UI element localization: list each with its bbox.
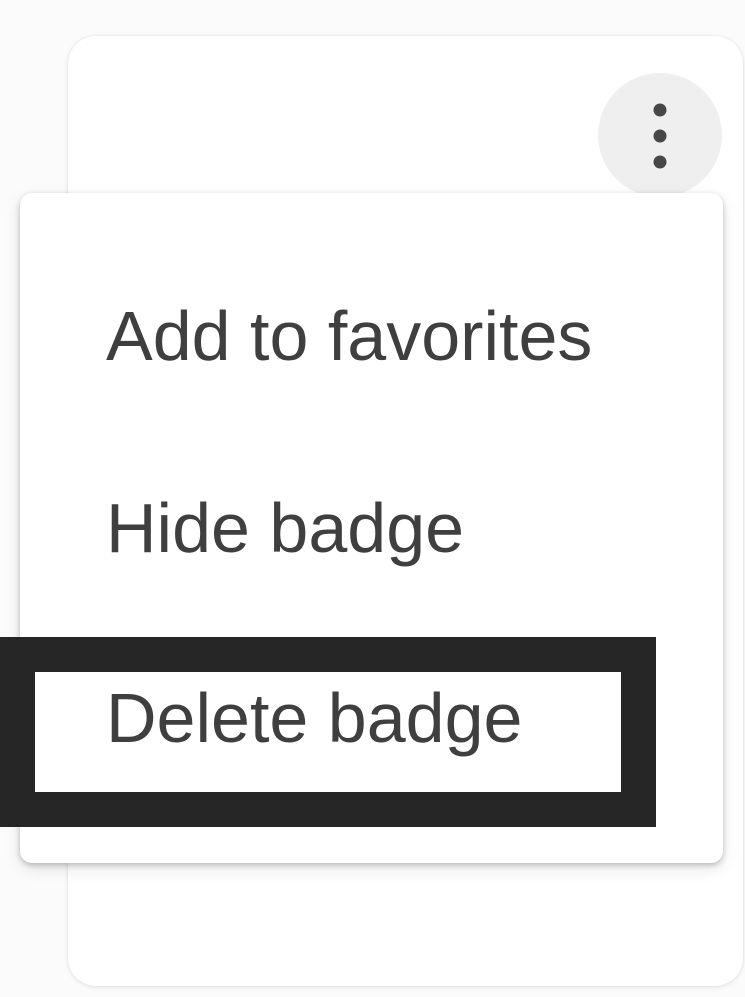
menu-item-delete-badge[interactable]: Delete badge xyxy=(20,623,723,813)
menu-item-hide-badge[interactable]: Hide badge xyxy=(20,433,723,623)
menu-item-label: Hide badge xyxy=(106,489,465,567)
more-vert-icon xyxy=(653,103,667,169)
badge-options-menu: Add to favorites Hide badge Delete badge xyxy=(20,193,723,863)
menu-item-add-to-favorites[interactable]: Add to favorites xyxy=(20,241,723,431)
menu-item-label: Add to favorites xyxy=(106,297,593,375)
more-options-button[interactable] xyxy=(598,73,722,197)
menu-item-label: Delete badge xyxy=(106,679,523,757)
screenshot-stage: Add to favorites Hide badge Delete badge xyxy=(0,0,745,997)
